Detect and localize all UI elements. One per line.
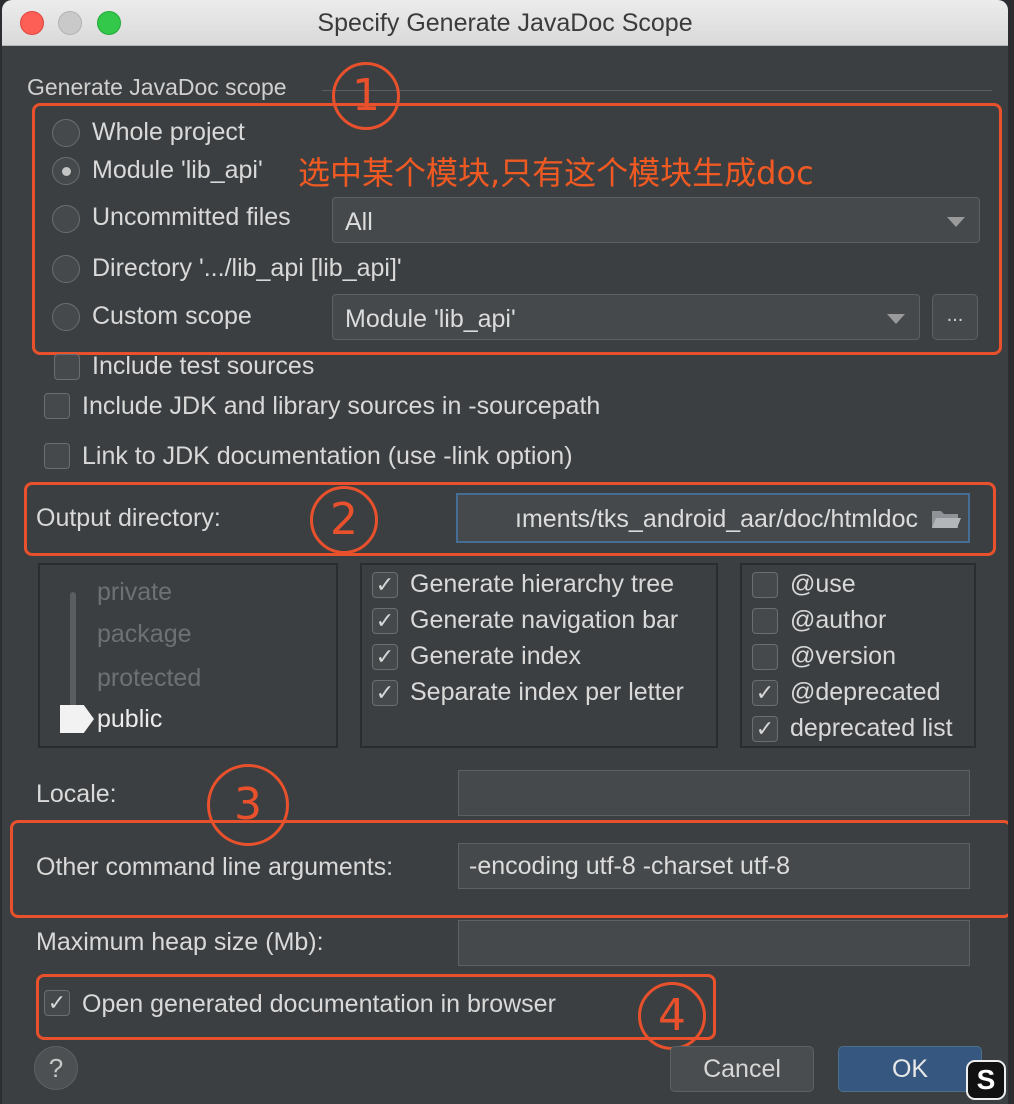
tag-version-checkbox[interactable] — [752, 644, 778, 670]
annotation-box-3 — [10, 820, 1008, 918]
annotation-marker-1: 1 — [332, 62, 400, 130]
visibility-private[interactable]: private — [97, 578, 172, 607]
hierarchy-tree-checkbox[interactable]: ✓ — [372, 572, 398, 598]
watermark-logo: S — [966, 1060, 1006, 1100]
help-button[interactable]: ? — [34, 1046, 78, 1090]
heap-size-input[interactable] — [458, 920, 970, 966]
ok-button[interactable]: OK — [838, 1046, 982, 1092]
include-jdk-label[interactable]: Include JDK and library sources in -sour… — [82, 392, 600, 421]
generate-index-checkbox[interactable]: ✓ — [372, 644, 398, 670]
annotation-marker-2: 2 — [310, 486, 378, 554]
visibility-package[interactable]: package — [97, 620, 192, 649]
separate-index-label[interactable]: Separate index per letter — [410, 678, 684, 707]
visibility-public[interactable]: public — [97, 705, 162, 734]
annotation-box-4 — [36, 974, 716, 1040]
cancel-button[interactable]: Cancel — [670, 1046, 814, 1092]
scope-group-title: Generate JavaDoc scope — [27, 74, 287, 100]
group-divider — [322, 90, 992, 91]
deprecated-list-label[interactable]: deprecated list — [790, 714, 953, 743]
navigation-bar-checkbox[interactable]: ✓ — [372, 608, 398, 634]
link-jdk-checkbox[interactable] — [44, 443, 70, 469]
tag-version-label[interactable]: @version — [790, 642, 896, 671]
window-title: Specify Generate JavaDoc Scope — [317, 9, 693, 37]
tag-author-checkbox[interactable] — [752, 608, 778, 634]
locale-input[interactable] — [458, 770, 970, 816]
tag-deprecated-checkbox[interactable]: ✓ — [752, 680, 778, 706]
title-bar: Specify Generate JavaDoc Scope — [2, 0, 1008, 46]
include-jdk-checkbox[interactable] — [44, 393, 70, 419]
tag-use-checkbox[interactable] — [752, 572, 778, 598]
annotation-box-2 — [24, 482, 996, 556]
locale-label: Locale: — [36, 780, 117, 808]
visibility-slider-track[interactable] — [70, 592, 76, 722]
navigation-bar-label[interactable]: Generate navigation bar — [410, 606, 678, 635]
tag-author-label[interactable]: @author — [790, 606, 886, 635]
include-test-checkbox[interactable] — [54, 354, 80, 380]
separate-index-checkbox[interactable]: ✓ — [372, 680, 398, 706]
generate-index-label[interactable]: Generate index — [410, 642, 581, 671]
javadoc-dialog: Specify Generate JavaDoc Scope Generate … — [2, 0, 1008, 1104]
link-jdk-label[interactable]: Link to JDK documentation (use -link opt… — [82, 442, 573, 471]
annotation-box-1 — [32, 103, 1002, 355]
heap-size-label: Maximum heap size (Mb): — [36, 928, 324, 956]
hierarchy-tree-label[interactable]: Generate hierarchy tree — [410, 570, 674, 599]
include-test-label[interactable]: Include test sources — [92, 352, 314, 381]
visibility-protected[interactable]: protected — [97, 664, 201, 693]
tag-deprecated-label[interactable]: @deprecated — [790, 678, 940, 707]
tag-use-label[interactable]: @use — [790, 570, 856, 599]
annotation-marker-4: 4 — [638, 982, 706, 1050]
deprecated-list-checkbox[interactable]: ✓ — [752, 716, 778, 742]
